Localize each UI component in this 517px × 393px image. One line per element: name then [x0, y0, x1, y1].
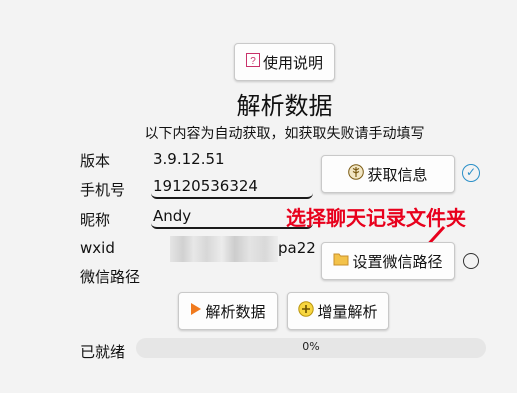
phone-label: 手机号 [80, 181, 126, 199]
get-info-button-label: 获取信息 [367, 165, 428, 184]
page-subtitle: 以下内容为自动获取，如获取失败请手动填写 [144, 126, 425, 142]
progress-text: 0% [302, 340, 320, 353]
page-title: 解析数据 [236, 92, 333, 120]
parse-data-button[interactable]: 解析数据 [178, 292, 278, 330]
info-checked-icon: ✓ [462, 164, 480, 182]
get-info-button[interactable]: 获取信息 [321, 155, 455, 193]
wheat-icon [348, 164, 365, 184]
wxid-value-suffix: pa22 [278, 239, 316, 257]
help-icon: ? [245, 53, 260, 71]
folder-icon [333, 252, 349, 270]
status-label: 已就绪 [80, 343, 126, 361]
plus-icon [298, 301, 315, 321]
wxid-label: wxid [80, 239, 115, 257]
incremental-parse-button[interactable]: 增量解析 [287, 292, 389, 330]
svg-text:?: ? [250, 56, 256, 67]
version-label: 版本 [80, 152, 111, 170]
set-wechat-path-button[interactable]: 设置微信路径 [321, 242, 455, 280]
version-value: 3.9.12.51 [153, 150, 225, 168]
nickname-label: 昵称 [80, 211, 111, 229]
path-status-radio [463, 253, 479, 269]
help-button-label: 使用说明 [262, 53, 323, 72]
play-icon [190, 302, 202, 320]
phone-field[interactable]: 19120536324 [151, 175, 313, 199]
progress-bar: 0% [136, 338, 486, 358]
parse-data-button-label: 解析数据 [205, 302, 266, 321]
wechat-path-label: 微信路径 [80, 268, 141, 286]
incremental-parse-button-label: 增量解析 [317, 302, 378, 321]
set-wechat-path-button-label: 设置微信路径 [352, 252, 443, 271]
help-button[interactable]: ? 使用说明 [234, 43, 335, 81]
wxid-blurred-value [170, 236, 278, 262]
